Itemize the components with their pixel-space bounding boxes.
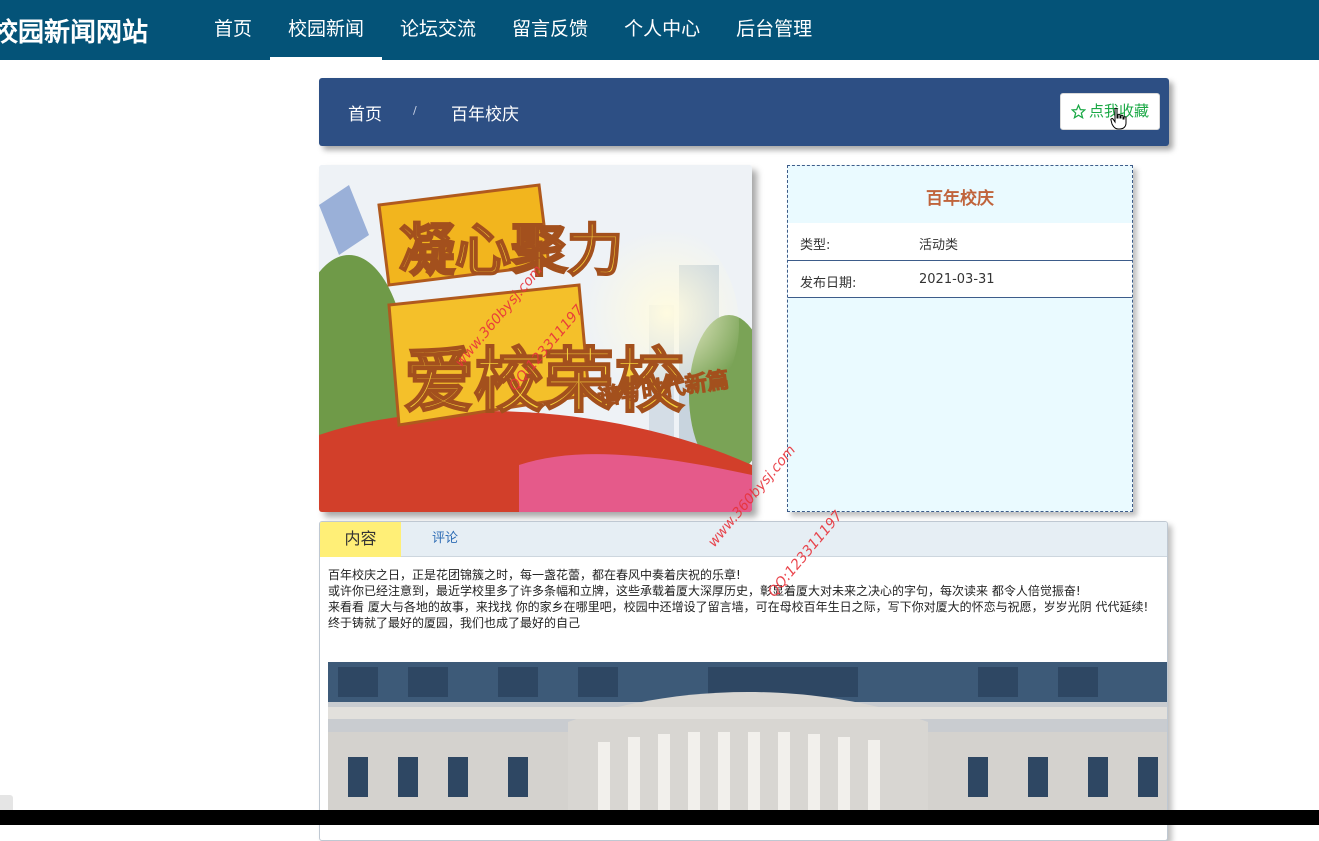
nav-personal-center[interactable]: 个人中心: [606, 0, 718, 60]
content-tabs: 内容 评论 百年校庆之日，正是花团锦簇之时，每一盏花蕾，都在春风中奏着庆祝的乐章…: [319, 521, 1168, 841]
main-nav: 首页 校园新闻 论坛交流 留言反馈 个人中心 后台管理: [196, 0, 830, 60]
bottom-strip: [0, 810, 1319, 825]
nav-home[interactable]: 首页: [196, 0, 270, 60]
nav-forum[interactable]: 论坛交流: [382, 0, 494, 60]
info-value-type: 活动类: [919, 238, 959, 253]
info-label-date: 发布日期:: [800, 276, 857, 291]
info-row-type: 类型: 活动类: [788, 223, 1132, 260]
article-paragraph: 或许你已经注意到，最近学校里多了许多条幅和立牌，这些承载着厦大深厚历史，彰显着厦…: [328, 584, 1081, 598]
hand-cursor-icon: [1110, 107, 1127, 130]
nav-admin[interactable]: 后台管理: [718, 0, 830, 60]
article-building-image: [328, 662, 1167, 812]
breadcrumb: 首页 / 百年校庆 点我收藏: [319, 78, 1169, 146]
breadcrumb-current: 百年校庆: [451, 105, 519, 125]
info-value-date: 2021-03-31: [919, 272, 995, 287]
article-paragraph: 百年校庆之日，正是花团锦簇之时，每一盏花蕾，都在春风中奏着庆祝的乐章!: [328, 568, 741, 582]
top-navbar: 校园新闻网站 首页 校园新闻 论坛交流 留言反馈 个人中心 后台管理: [0, 0, 1319, 60]
nav-campus-news[interactable]: 校园新闻: [270, 0, 383, 60]
tab-content[interactable]: 内容: [320, 522, 401, 557]
breadcrumb-home[interactable]: 首页: [348, 100, 382, 125]
article-body: 百年校庆之日，正是花团锦簇之时，每一盏花蕾，都在春风中奏着庆祝的乐章! 或许你已…: [328, 567, 1158, 631]
breadcrumb-separator: /: [413, 104, 417, 117]
tab-header: 内容 评论: [320, 522, 1167, 557]
corner-tab: [0, 795, 13, 810]
nav-feedback[interactable]: 留言反馈: [494, 0, 606, 60]
info-divider: [788, 297, 1132, 298]
star-outline-icon: [1070, 104, 1086, 119]
tab-comments[interactable]: 评论: [420, 522, 470, 557]
photo-sign-line1: 凝心聚力: [399, 219, 623, 284]
article-paragraph: 终于铸就了最好的厦园，我们也成了最好的自己: [328, 616, 581, 630]
article-paragraph: 来看看 厦大与各地的故事，来找找 你的家乡在哪里吧，校园中还增设了留言墙，可在母…: [328, 600, 1149, 614]
news-title: 百年校庆: [926, 189, 994, 209]
news-photo: 凝心聚力 爱校荣校 谱写时代新篇: [319, 165, 752, 512]
info-row-date: 发布日期: 2021-03-31: [788, 260, 1132, 297]
news-info-panel: 百年校庆 类型: 活动类 发布日期: 2021-03-31: [787, 165, 1133, 512]
info-label-type: 类型:: [800, 238, 831, 253]
site-title: 校园新闻网站: [0, 18, 149, 48]
